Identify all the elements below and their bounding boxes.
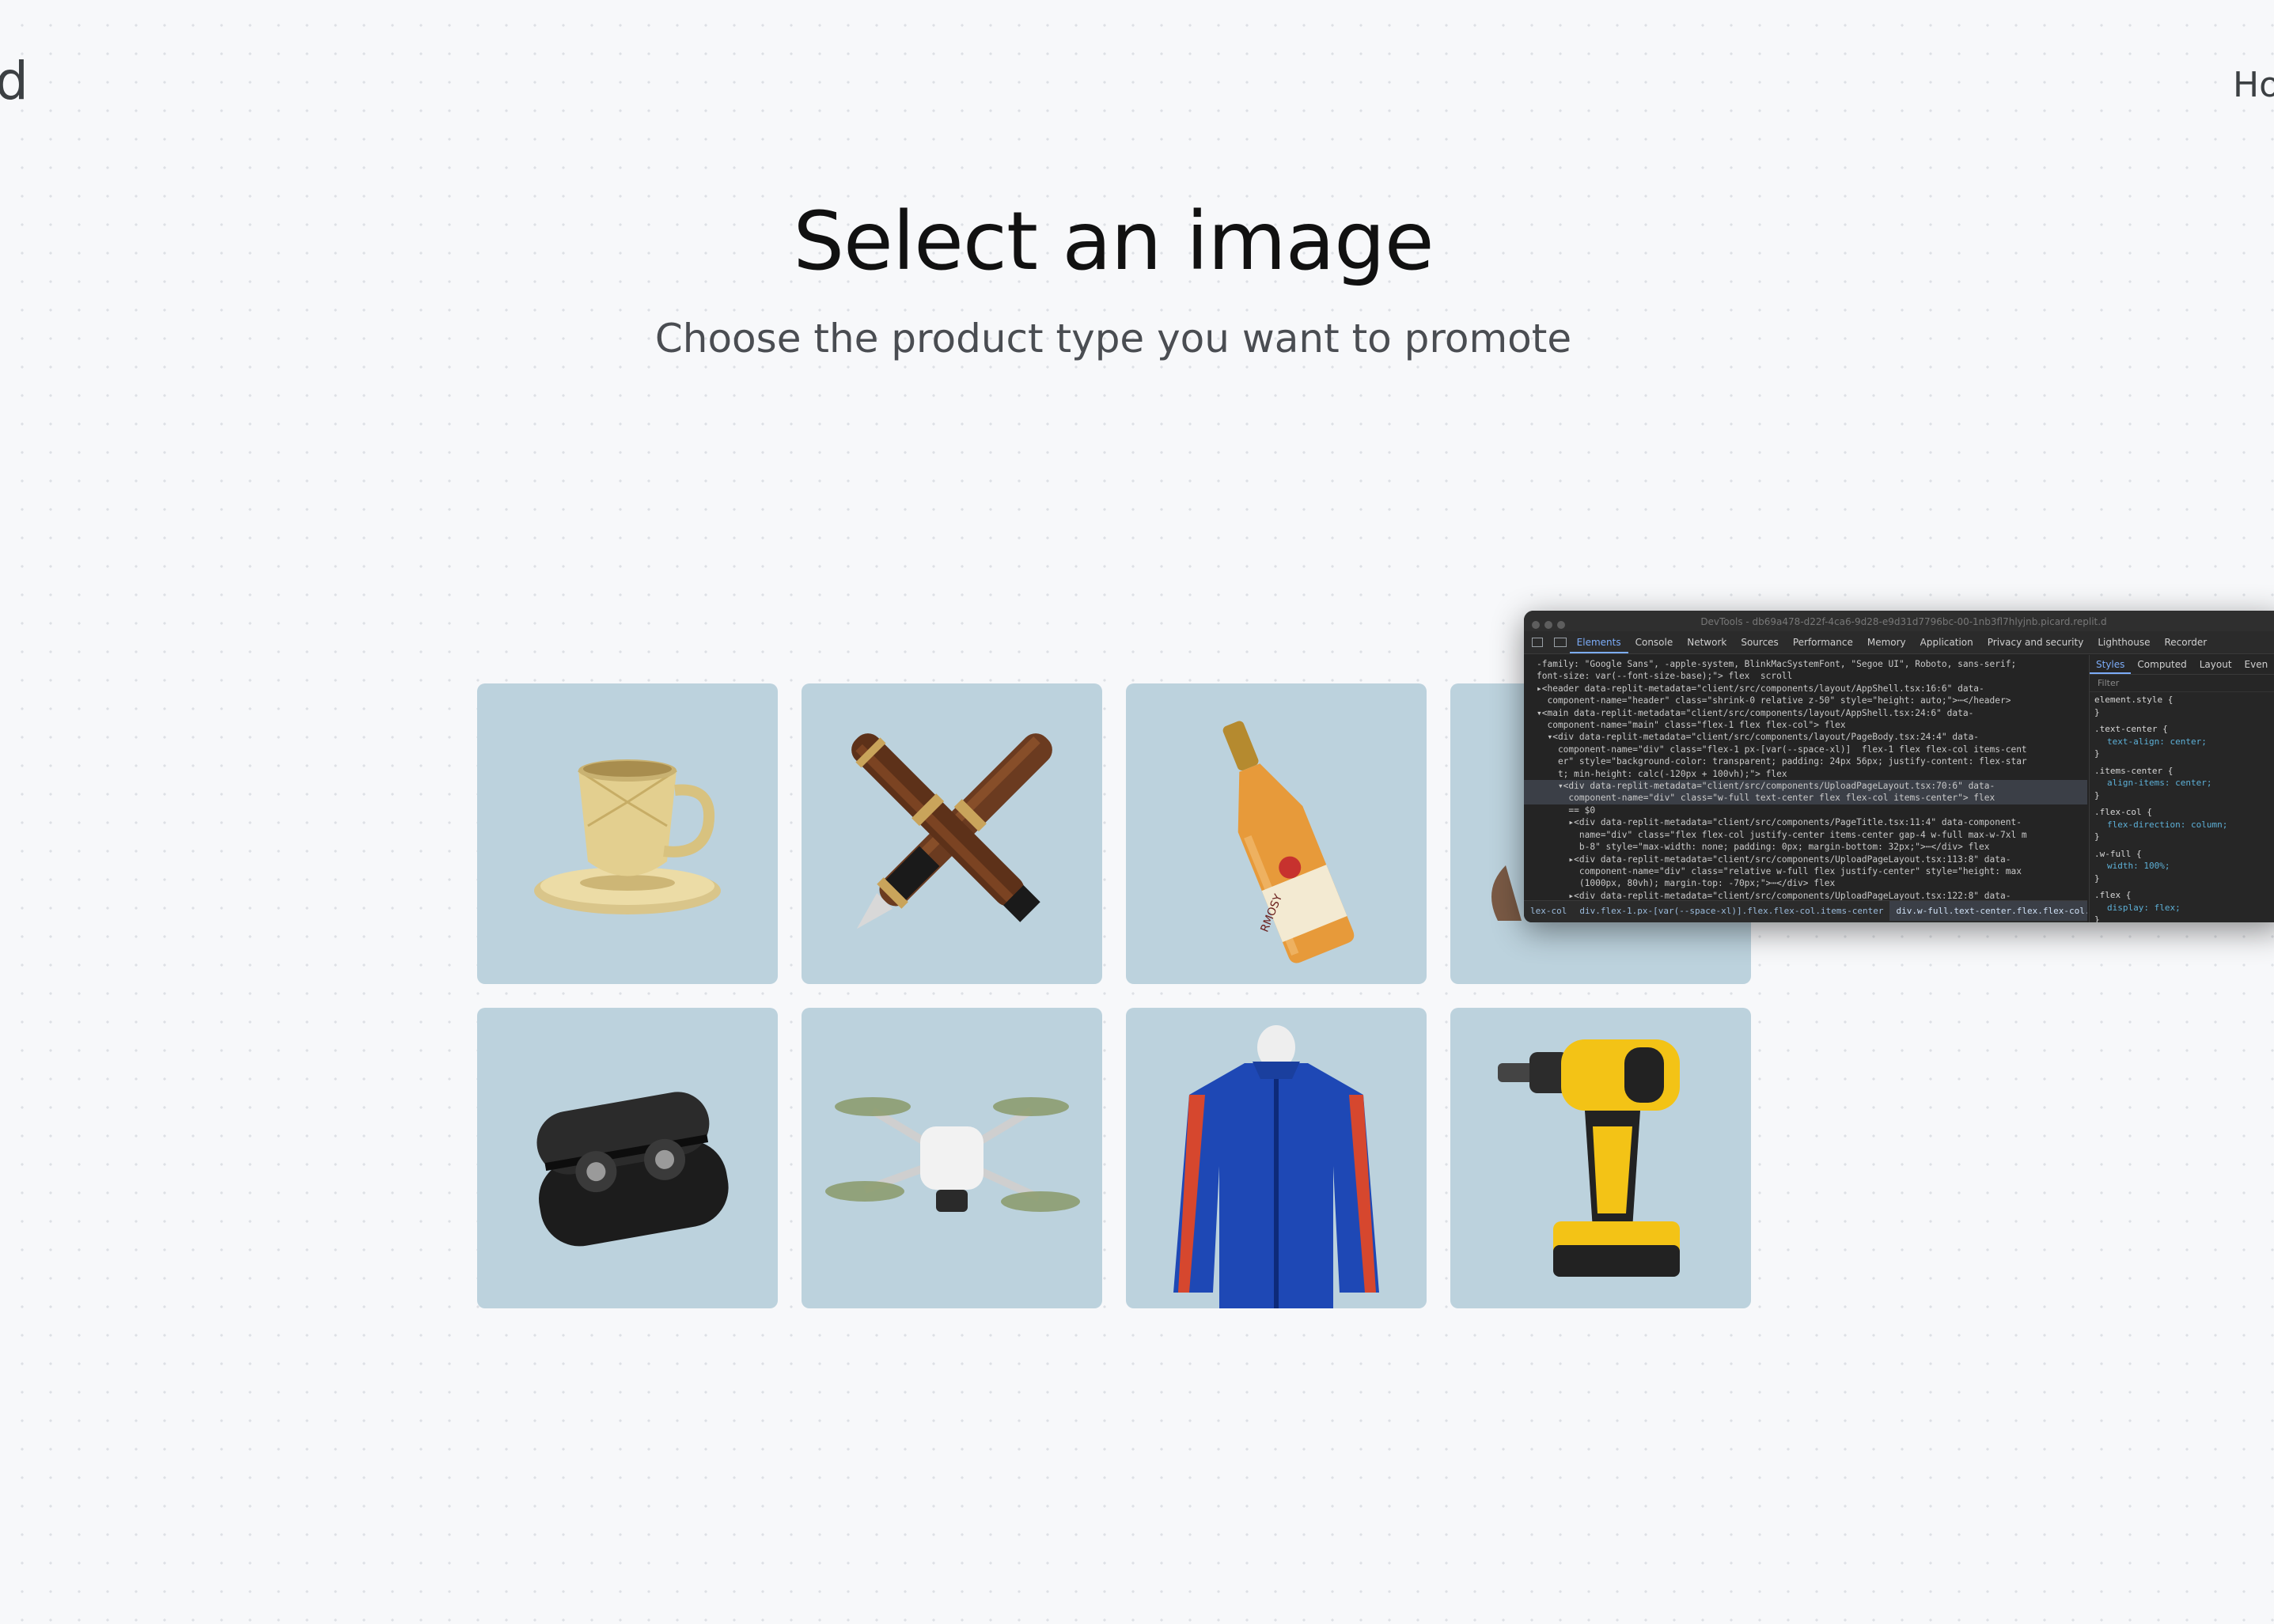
css-rule-close: } xyxy=(2094,831,2100,842)
product-tile-jacket[interactable] xyxy=(1126,1008,1427,1308)
device-toolbar-icon[interactable] xyxy=(1553,638,1567,647)
css-rule-close: } xyxy=(2094,706,2100,717)
elements-tree-line[interactable]: component-name="div" class="w-full text-… xyxy=(1524,792,2087,804)
dom-breadcrumb: lex-col div.flex-1.px-[var(--space-xl)].f… xyxy=(1524,900,2087,922)
breadcrumb-item[interactable]: div.flex-1.px-[var(--space-xl)].flex.fle… xyxy=(1573,901,1889,921)
earbuds-icon xyxy=(536,1092,729,1247)
css-rule-selector: .w-full { xyxy=(2094,848,2142,859)
css-property[interactable]: display: flex; xyxy=(2094,902,2274,914)
css-rule[interactable]: .text-center { text-align: center;} xyxy=(2094,723,2274,760)
elements-tree-line[interactable]: b-8" style="max-width: none; padding: 0p… xyxy=(1524,841,2087,853)
devtools-tab-recorder[interactable]: Recorder xyxy=(2157,631,2214,653)
css-rule-selector: .flex { xyxy=(2094,890,2132,900)
devtools-panel[interactable]: DevTools - db69a478-d22f-4ca6-9d28-e9d31… xyxy=(1524,611,2274,922)
devtools-tab-privacy-and-security[interactable]: Privacy and security xyxy=(1980,631,2091,653)
styles-subtab-computed[interactable]: Computed xyxy=(2131,655,2193,674)
css-rule-selector: .items-center { xyxy=(2094,765,2174,776)
css-rule[interactable]: .w-full {width: 100%;} xyxy=(2094,848,2274,885)
drone-icon xyxy=(825,1097,1080,1212)
elements-tree-line[interactable]: er" style="background-color: transparent… xyxy=(1524,755,2087,767)
styles-subtabs: Styles Computed Layout Even xyxy=(2090,655,2274,675)
drill-icon xyxy=(1498,1039,1680,1277)
devtools-tabbar: Elements Console Network Sources Performance… xyxy=(1524,631,2274,654)
css-rule[interactable]: element.style {} xyxy=(2094,694,2274,718)
elements-tree-line[interactable]: font-size: var(--font-size-base);"> flex… xyxy=(1524,670,2087,682)
css-rule[interactable]: .items-center {align-items: center;} xyxy=(2094,765,2274,802)
fountain-pens-icon xyxy=(851,733,1052,929)
breadcrumb-item[interactable]: div.w-full.text-center.flex.flex-col.ite… xyxy=(1889,901,2087,921)
devtools-tab-console[interactable]: Console xyxy=(1628,631,1681,653)
css-property[interactable]: flex-direction: column; xyxy=(2094,819,2274,831)
css-rule-selector: element.style { xyxy=(2094,695,2174,705)
product-tile-drill[interactable] xyxy=(1450,1008,1751,1308)
css-rule-close: } xyxy=(2094,914,2100,922)
elements-tree-line[interactable]: t; min-height: calc(-120px + 100vh);"> f… xyxy=(1524,768,2087,780)
elements-tree-line[interactable]: component-name="main" class="flex-1 flex… xyxy=(1524,719,2087,731)
css-rule-selector: .flex-col { xyxy=(2094,807,2152,817)
devtools-tab-sources[interactable]: Sources xyxy=(1734,631,1785,653)
elements-tree-line[interactable]: == $0 xyxy=(1524,804,2087,816)
css-rule[interactable]: .flex-col { flex-direction: column;} xyxy=(2094,806,2274,843)
styles-pane: Styles Computed Layout Even Filter element.… xyxy=(2089,655,2274,922)
devtools-title: DevTools - db69a478-d22f-4ca6-9d28-e9d31… xyxy=(1700,616,2107,627)
styles-subtab-styles[interactable]: Styles xyxy=(2090,655,2132,674)
elements-tree-line[interactable]: ▾<div data-replit-metadata="client/src/c… xyxy=(1524,731,2087,743)
styles-subtab-even[interactable]: Even xyxy=(2238,655,2274,674)
product-tile-champagne-bottle[interactable]: RMOSY xyxy=(1126,683,1427,984)
elements-tree-line[interactable]: -family: "Google Sans", -apple-system, B… xyxy=(1524,658,2087,670)
elements-tree-line[interactable]: ▾<div data-replit-metadata="client/src/c… xyxy=(1524,780,2087,793)
inspect-element-icon[interactable] xyxy=(1532,638,1543,647)
nav-home-link[interactable]: Ho xyxy=(2233,68,2274,103)
elements-tree-line[interactable]: name="div" class="flex flex-col justify-… xyxy=(1524,829,2087,841)
css-rule[interactable]: .flex { display: flex;} xyxy=(2094,889,2274,922)
elements-tree-line[interactable]: component-name="div" class="flex-1 px-[v… xyxy=(1524,744,2087,755)
brand-logo-fragment[interactable]: d xyxy=(0,55,28,108)
product-tile-teacup[interactable] xyxy=(477,683,778,984)
elements-tree-line[interactable]: component-name="div" class="relative w-f… xyxy=(1524,865,2087,877)
devtools-titlebar[interactable]: DevTools - db69a478-d22f-4ca6-9d28-e9d31… xyxy=(1524,611,2274,631)
jacket-icon xyxy=(1173,1025,1379,1308)
product-tile-drone[interactable] xyxy=(802,1008,1102,1308)
breadcrumb-item[interactable]: lex-col xyxy=(1524,901,1573,921)
devtools-tab-application[interactable]: Application xyxy=(1913,631,1980,653)
styles-filter-input[interactable]: Filter xyxy=(2090,675,2274,692)
elements-tree-line[interactable]: component-name="header" class="shrink-0 … xyxy=(1524,695,2087,706)
devtools-tab-network[interactable]: Network xyxy=(1680,631,1734,653)
teacup-icon xyxy=(534,759,721,914)
page-subtitle: Choose the product type you want to prom… xyxy=(654,316,1572,362)
css-rule-selector: .text-center { xyxy=(2094,724,2168,734)
devtools-tab-elements[interactable]: Elements xyxy=(1569,631,1628,653)
devtools-tab-performance[interactable]: Performance xyxy=(1786,631,1860,653)
css-property[interactable]: text-align: center; xyxy=(2094,736,2274,748)
elements-tree-line[interactable]: ▾<main data-replit-metadata="client/src/… xyxy=(1524,707,2087,719)
css-rule-close: } xyxy=(2094,789,2100,801)
elements-tree-line[interactable]: ▸<header data-replit-metadata="client/sr… xyxy=(1524,683,2087,695)
elements-tree-line[interactable]: ▸<div data-replit-metadata="client/src/c… xyxy=(1524,854,2087,865)
champagne-bottle-icon: RMOSY xyxy=(1222,721,1355,963)
elements-tree[interactable]: -family: "Google Sans", -apple-system, B… xyxy=(1524,655,2087,903)
devtools-tab-memory[interactable]: Memory xyxy=(1860,631,1913,653)
css-rules-list: element.style {} .text-center { text-align… xyxy=(2090,692,2274,922)
elements-tree-line[interactable]: ▸<div data-replit-metadata="client/src/c… xyxy=(1524,816,2087,828)
devtools-tab-lighthouse[interactable]: Lighthouse xyxy=(2090,631,2157,653)
css-rule-close: } xyxy=(2094,873,2100,884)
page-title: Select an image xyxy=(793,195,1434,289)
product-tile-fountain-pens[interactable] xyxy=(802,683,1102,984)
styles-subtab-layout[interactable]: Layout xyxy=(2193,655,2238,674)
css-rule-close: } xyxy=(2094,748,2100,759)
css-property[interactable]: align-items: center; xyxy=(2094,777,2274,789)
css-property[interactable]: width: 100%; xyxy=(2094,860,2274,873)
elements-tree-line[interactable]: (1000px, 80vh); margin-top: -70px;">⋯</d… xyxy=(1524,877,2087,889)
product-tile-earbuds[interactable] xyxy=(477,1008,778,1308)
